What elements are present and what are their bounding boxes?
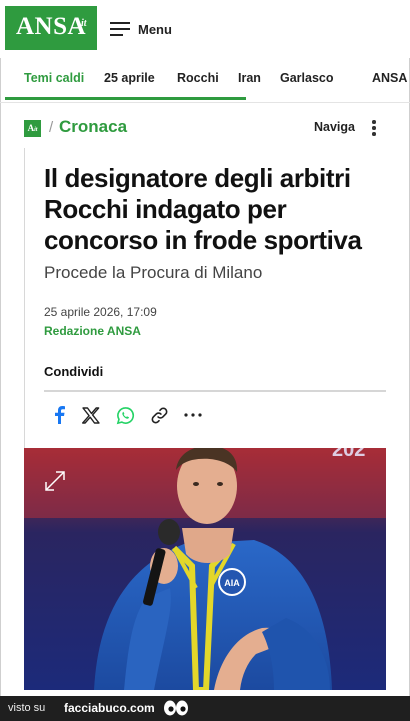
hamburger-icon <box>110 21 130 37</box>
footer-brand: facciabuco.com <box>64 701 155 715</box>
eyes-logo-icon <box>164 700 188 716</box>
topics-active-underline <box>5 97 246 100</box>
facebook-icon[interactable] <box>46 402 72 428</box>
section-logo-suffix: it <box>34 127 38 133</box>
topic-garlasco[interactable]: Garlasco <box>280 71 334 85</box>
breadcrumb-separator: / <box>49 119 54 136</box>
site-header: ANSA it Menu <box>0 0 410 58</box>
logo-suffix: it <box>81 18 87 29</box>
kebab-menu-icon[interactable] <box>369 120 379 136</box>
topic-ansa[interactable]: ANSA <box>372 71 407 85</box>
section-bar: Ait / Cronaca Naviga <box>0 113 410 141</box>
article-date: 25 aprile 2026, 17:09 <box>44 305 157 319</box>
article-author[interactable]: Redazione ANSA <box>44 324 141 338</box>
menu-label: Menu <box>138 21 172 37</box>
topic-rocchi[interactable]: Rocchi <box>177 71 219 85</box>
whatsapp-icon[interactable] <box>112 402 138 428</box>
logo-text: ANSA <box>16 13 87 40</box>
naviga-button[interactable]: Naviga <box>314 120 355 134</box>
topic-25-aprile[interactable]: 25 aprile <box>104 71 155 85</box>
x-icon[interactable] <box>78 402 104 428</box>
photo-badge-text: AIA <box>224 578 240 588</box>
section-logo[interactable]: Ait <box>24 120 41 137</box>
link-icon[interactable] <box>146 402 172 428</box>
article-left-rule <box>24 148 25 448</box>
photo-background-text: 202 <box>332 448 365 461</box>
watermark-footer: visto su facciabuco.com <box>0 696 410 721</box>
share-label: Condividi <box>44 364 104 379</box>
share-divider <box>44 390 386 392</box>
topic-temi-caldi[interactable]: Temi caldi <box>24 71 84 85</box>
article-title: Il designatore degli arbitri Rocchi inda… <box>44 163 362 255</box>
menu-button[interactable]: Menu <box>110 17 172 41</box>
article-subtitle: Procede la Procura di Milano <box>44 263 263 282</box>
hot-topics-nav: Temi caldi 25 aprile Rocchi Iran Garlasc… <box>0 58 410 103</box>
section-name-link[interactable]: Cronaca <box>59 117 127 137</box>
ansa-logo[interactable]: ANSA it <box>5 6 97 50</box>
more-icon[interactable] <box>180 402 206 428</box>
topic-iran[interactable]: Iran <box>238 71 261 85</box>
footer-visto-label: visto su <box>8 702 46 714</box>
article-photo[interactable]: 202 AIA <box>24 448 386 690</box>
